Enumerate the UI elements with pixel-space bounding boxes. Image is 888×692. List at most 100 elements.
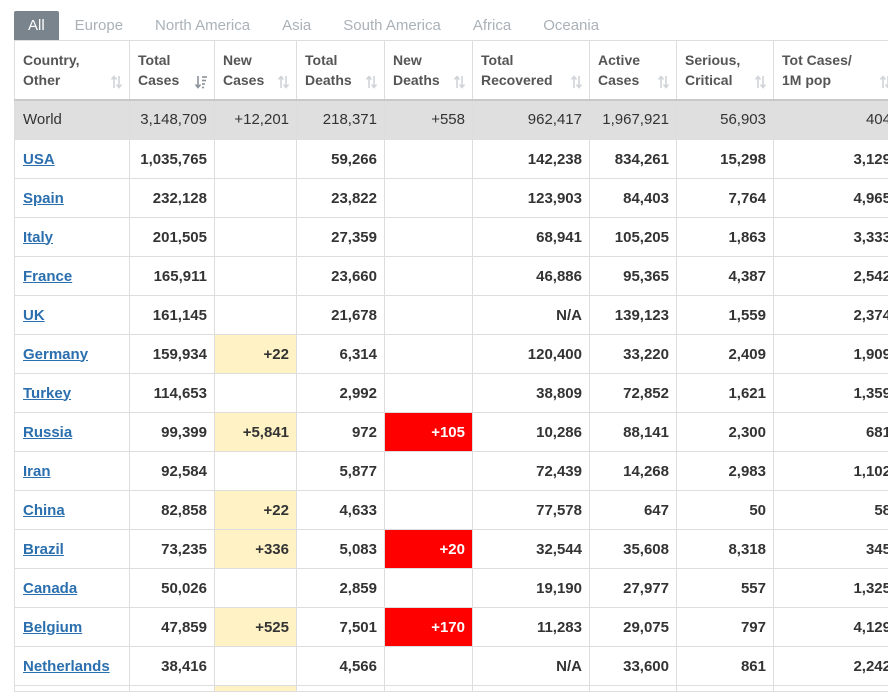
- country-link[interactable]: Russia: [23, 424, 72, 441]
- header-new-deaths[interactable]: New Deaths: [385, 41, 473, 100]
- header-tot-cases-1m[interactable]: Tot Cases/ 1M pop: [774, 41, 888, 100]
- cell-new-deaths: +105: [385, 413, 473, 452]
- tab-oceania[interactable]: Oceania: [527, 11, 615, 40]
- tab-all[interactable]: All: [14, 11, 59, 40]
- cell-serious-critical: 1,863: [677, 218, 774, 257]
- cell-new-deaths: [385, 218, 473, 257]
- cell-serious-critical: 861: [677, 647, 774, 686]
- header-country[interactable]: Country, Other: [15, 41, 130, 100]
- table-body: World 3,148,709 +12,201 218,371 +558 962…: [15, 100, 888, 692]
- cell-country: Italy: [15, 218, 130, 257]
- cell-total-recovered: 68,941: [473, 218, 590, 257]
- cell-serious-critical: 2,300: [677, 413, 774, 452]
- header-new-cases[interactable]: New Cases: [215, 41, 297, 100]
- cell-active-cases: 14,268: [590, 452, 677, 491]
- country-link[interactable]: China: [23, 502, 65, 519]
- tab-north-america[interactable]: North America: [139, 11, 266, 40]
- table-row: China82,858+224,63377,5786475058: [15, 491, 888, 530]
- cell-total-recovered: 142,238: [473, 140, 590, 179]
- table-row: Brazil73,235+3365,083+2032,54435,6088,31…: [15, 530, 888, 569]
- cell-tot-cases-1m: 3,129: [774, 140, 888, 179]
- header-label: Tot Cases/ 1M pop: [782, 50, 888, 90]
- cell-serious-critical: 797: [677, 608, 774, 647]
- header-row: Country, OtherTotal CasesNew CasesTotal …: [15, 41, 888, 100]
- cell-total-deaths: 23,822: [297, 179, 385, 218]
- cell-total-recovered: 32,544: [473, 530, 590, 569]
- country-link[interactable]: Belgium: [23, 619, 82, 636]
- cell-total-deaths: 27,359: [297, 218, 385, 257]
- table-row: Turkey114,6532,99238,80972,8521,6211,359: [15, 374, 888, 413]
- cell-new-cases: [215, 296, 297, 335]
- country-link[interactable]: Spain: [23, 190, 64, 207]
- cell-total-cases: 232,128: [130, 179, 215, 218]
- country-link[interactable]: USA: [23, 151, 55, 168]
- sort-icon[interactable]: [277, 75, 290, 89]
- sort-icon[interactable]: [879, 75, 888, 89]
- sort-descending-icon[interactable]: [195, 75, 208, 89]
- sort-icon[interactable]: [453, 75, 466, 89]
- cell-tot-cases-1m: 2,242: [774, 647, 888, 686]
- cell-total-deaths: 7,501: [297, 608, 385, 647]
- cell-active-cases: 84,403: [590, 179, 677, 218]
- cell-new-cases: [215, 140, 297, 179]
- country-link[interactable]: Netherlands: [23, 658, 110, 675]
- cell-total-deaths: 972: [297, 413, 385, 452]
- cell-total-cases: 201,505: [130, 218, 215, 257]
- country-link[interactable]: Brazil: [23, 541, 64, 558]
- country-link[interactable]: Turkey: [23, 385, 71, 402]
- country-link[interactable]: Germany: [23, 346, 88, 363]
- cell-active-cases: 95,365: [590, 257, 677, 296]
- country-link[interactable]: France: [23, 268, 72, 285]
- sort-icon[interactable]: [570, 75, 583, 89]
- sort-icon[interactable]: [365, 75, 378, 89]
- table-row: Iran92,5845,87772,43914,2682,9831,102: [15, 452, 888, 491]
- sort-icon[interactable]: [754, 75, 767, 89]
- cell-new-cases: +5,841: [215, 413, 297, 452]
- tab-europe[interactable]: Europe: [59, 11, 139, 40]
- cell-tot-cases-1m: 58: [774, 491, 888, 530]
- cell-active-cases: 35,608: [590, 530, 677, 569]
- country-link[interactable]: UK: [23, 307, 45, 324]
- country-link[interactable]: Iran: [23, 463, 51, 480]
- cell-active-cases: 33,220: [590, 335, 677, 374]
- header-total-recovered[interactable]: Total Recovered: [473, 41, 590, 100]
- countries-table: Country, OtherTotal CasesNew CasesTotal …: [14, 40, 888, 692]
- cell-tot-cases-1m: 1,102: [774, 452, 888, 491]
- cell-total-recovered: 72,439: [473, 452, 590, 491]
- cell-new-cases: [215, 569, 297, 608]
- cell-country: Russia: [15, 413, 130, 452]
- tab-asia[interactable]: Asia: [266, 11, 327, 40]
- header-serious-critical[interactable]: Serious, Critical: [677, 41, 774, 100]
- sort-icon[interactable]: [110, 75, 123, 89]
- cell-new-deaths: +170: [385, 608, 473, 647]
- cell-total-cases: 159,934: [130, 335, 215, 374]
- cell-total-recovered: 962,417: [473, 100, 590, 140]
- cell-active-cases: 1,967,921: [590, 100, 677, 140]
- cell-total-recovered: 19,190: [473, 569, 590, 608]
- cell-new-deaths: [385, 140, 473, 179]
- table-row: Germany159,934+226,314120,40033,2202,409…: [15, 335, 888, 374]
- table-row: Netherlands38,4164,566N/A33,6008612,242: [15, 647, 888, 686]
- sort-icon[interactable]: [657, 75, 670, 89]
- cell-total-recovered: N/A: [473, 296, 590, 335]
- table-row: Russia99,399+5,841972+10510,28688,1412,3…: [15, 413, 888, 452]
- cell-total-deaths: 6,314: [297, 335, 385, 374]
- header-total-deaths[interactable]: Total Deaths: [297, 41, 385, 100]
- tab-south-america[interactable]: South America: [327, 11, 457, 40]
- tab-africa[interactable]: Africa: [457, 11, 527, 40]
- table-row: Spain232,12823,822123,90384,4037,7644,96…: [15, 179, 888, 218]
- table-row: France165,91123,66046,88695,3654,3872,54…: [15, 257, 888, 296]
- cell-new-deaths: [385, 569, 473, 608]
- cell-total-deaths: 5,083: [297, 530, 385, 569]
- cell-tot-cases-1m: 2,542: [774, 257, 888, 296]
- cell-total-cases: 38,416: [130, 647, 215, 686]
- cell-country: Netherlands: [15, 647, 130, 686]
- header-active-cases[interactable]: Active Cases: [590, 41, 677, 100]
- country-link[interactable]: Canada: [23, 580, 77, 597]
- cell-new-cases: +22: [215, 491, 297, 530]
- header-total-cases[interactable]: Total Cases: [130, 41, 215, 100]
- cell-country: Iran: [15, 452, 130, 491]
- cell-total-cases: 165,911: [130, 257, 215, 296]
- cell-serious-critical: 7,764: [677, 179, 774, 218]
- country-link[interactable]: Italy: [23, 229, 53, 246]
